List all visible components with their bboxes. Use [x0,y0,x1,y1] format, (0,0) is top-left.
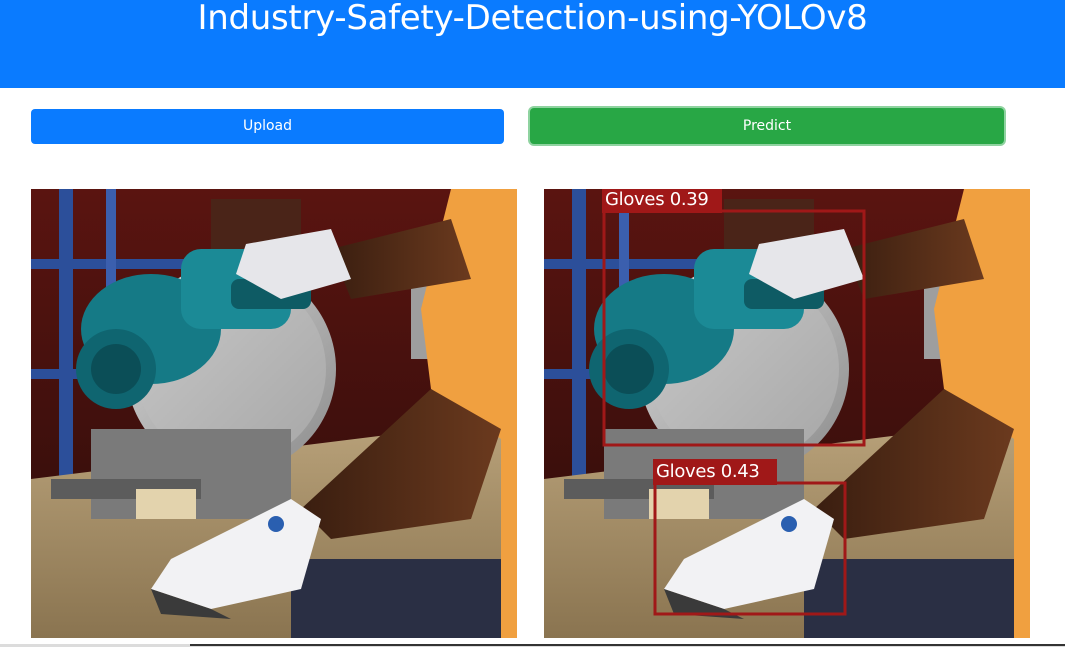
predict-button[interactable]: Predict [530,108,1004,144]
detection-label-1: Gloves 0.39 [605,189,709,210]
scroll-edge [190,644,1065,646]
prediction-image: Gloves 0.39 Gloves 0.43 [544,189,1030,638]
header-bar: Industry-Safety-Detection-using-YOLOv8 [0,0,1065,88]
saw-scene-image [31,189,517,638]
detection-label-2: Gloves 0.43 [656,461,760,482]
uploaded-image [31,189,517,638]
upload-button[interactable]: Upload [31,109,504,144]
saw-scene-detections-image [544,189,1030,638]
page-title: Industry-Safety-Detection-using-YOLOv8 [197,0,868,38]
